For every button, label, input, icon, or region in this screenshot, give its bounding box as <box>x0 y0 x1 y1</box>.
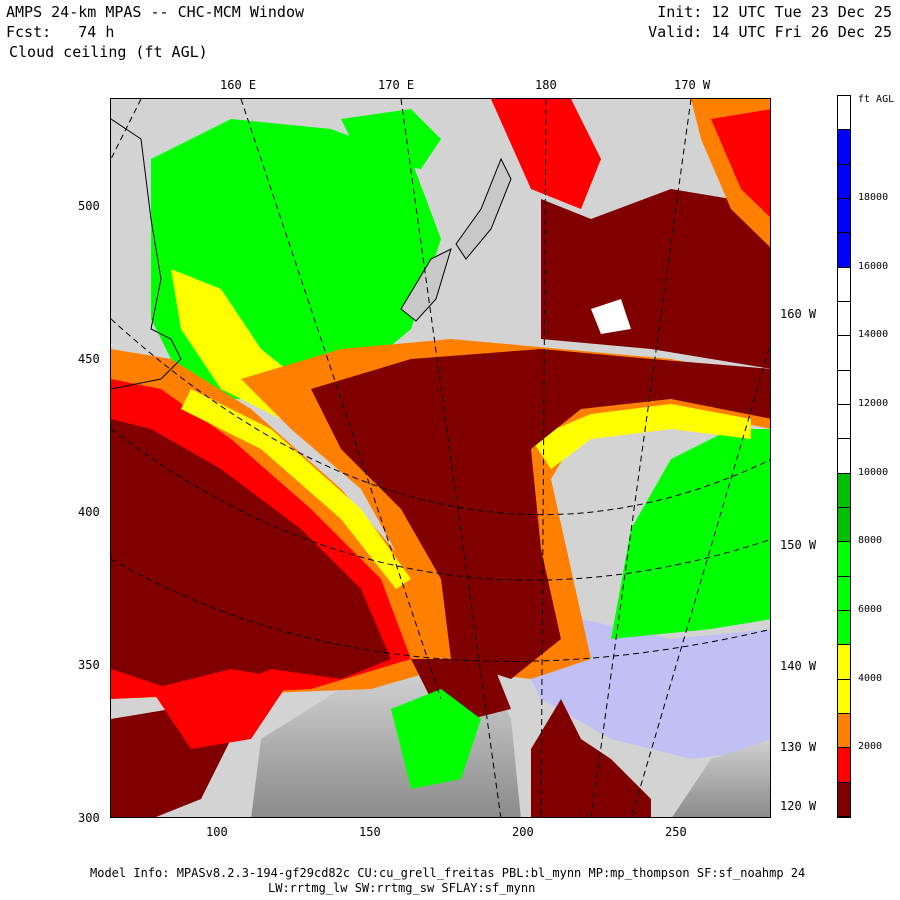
colorbar-segment <box>838 542 850 577</box>
colorbar <box>837 95 851 818</box>
field-name: Cloud ceiling (ft AGL) <box>9 43 208 61</box>
lon-label-right: 120 W <box>780 799 817 813</box>
colorbar-segment <box>838 199 850 234</box>
colorbar-segment <box>838 748 850 783</box>
colorbar-label: 12000 <box>858 398 889 409</box>
colorbar-units: ft AGL <box>858 94 895 105</box>
y-tick-label: 400 <box>78 505 100 519</box>
colorbar-segment <box>838 679 850 714</box>
lon-label-top: 160 E <box>220 78 257 92</box>
colorbar-segment <box>838 164 850 199</box>
colorbar-label: 14000 <box>858 329 889 341</box>
y-tick-label: 450 <box>78 352 100 366</box>
colorbar-segment <box>838 439 850 474</box>
valid-time: Valid: 14 UTC Fri 26 Dec 25 <box>648 23 892 41</box>
y-tick-label: 300 <box>78 811 100 825</box>
plot-title: AMPS 24-km MPAS -- CHC-MCM Window <box>6 3 305 21</box>
colorbar-segment <box>838 336 850 371</box>
colorbar-label: 8000 <box>858 535 883 547</box>
colorbar-segment <box>838 508 850 543</box>
y-tick-label: 350 <box>78 658 100 672</box>
colorbar-segment <box>838 233 850 268</box>
colorbar-segment <box>838 96 850 131</box>
colorbar-label: 18000 <box>858 192 889 203</box>
lon-label-right: 130 W <box>780 740 817 754</box>
lon-label-top: 170 W <box>674 78 711 92</box>
lon-label-right: 140 W <box>780 659 817 673</box>
y-tick-label: 500 <box>78 199 100 213</box>
colorbar-label: 2000 <box>858 741 883 753</box>
new-zealand-land <box>455 157 512 260</box>
model-info-line2: LW:rrtmg_lw SW:rrtmg_sw SFLAY:sf_mynn <box>268 881 536 895</box>
colorbar-segment <box>838 130 850 165</box>
colorbar-segment <box>838 611 850 646</box>
colorbar-label: 16000 <box>858 260 889 272</box>
x-tick-label: 200 <box>512 825 534 839</box>
lon-label-right: 150 W <box>780 538 817 552</box>
colorbar-segment <box>838 267 850 302</box>
colorbar-label: 4000 <box>858 672 883 684</box>
lon-label-right: 160 W <box>780 307 817 321</box>
map-canvas <box>111 99 770 817</box>
x-tick-label: 100 <box>206 825 228 839</box>
very-low-ceiling-region <box>541 189 770 369</box>
x-tick-label: 150 <box>359 825 381 839</box>
colorbar-segment <box>838 302 850 337</box>
colorbar-segment <box>838 370 850 405</box>
colorbar-segment <box>838 405 850 440</box>
lon-label-top: 170 E <box>378 78 415 92</box>
colorbar-segment <box>838 782 850 817</box>
colorbar-label: 10000 <box>858 466 889 478</box>
model-info-line1: Model Info: MPASv8.2.3-194-gf29cd82c CU:… <box>90 866 806 880</box>
colorbar-label: 6000 <box>858 604 883 615</box>
forecast-hour: Fcst: 74 h <box>6 23 115 41</box>
colorbar-segment <box>838 645 850 680</box>
x-tick-label: 250 <box>665 825 687 839</box>
green-cloud-region <box>611 429 770 639</box>
colorbar-segment <box>838 576 850 611</box>
lon-label-top: 180 <box>535 78 557 92</box>
init-time: Init: 12 UTC Tue 23 Dec 25 <box>657 3 892 21</box>
cloud-ceiling-map <box>110 98 771 818</box>
colorbar-segment <box>838 714 850 749</box>
colorbar-segment <box>838 473 850 508</box>
